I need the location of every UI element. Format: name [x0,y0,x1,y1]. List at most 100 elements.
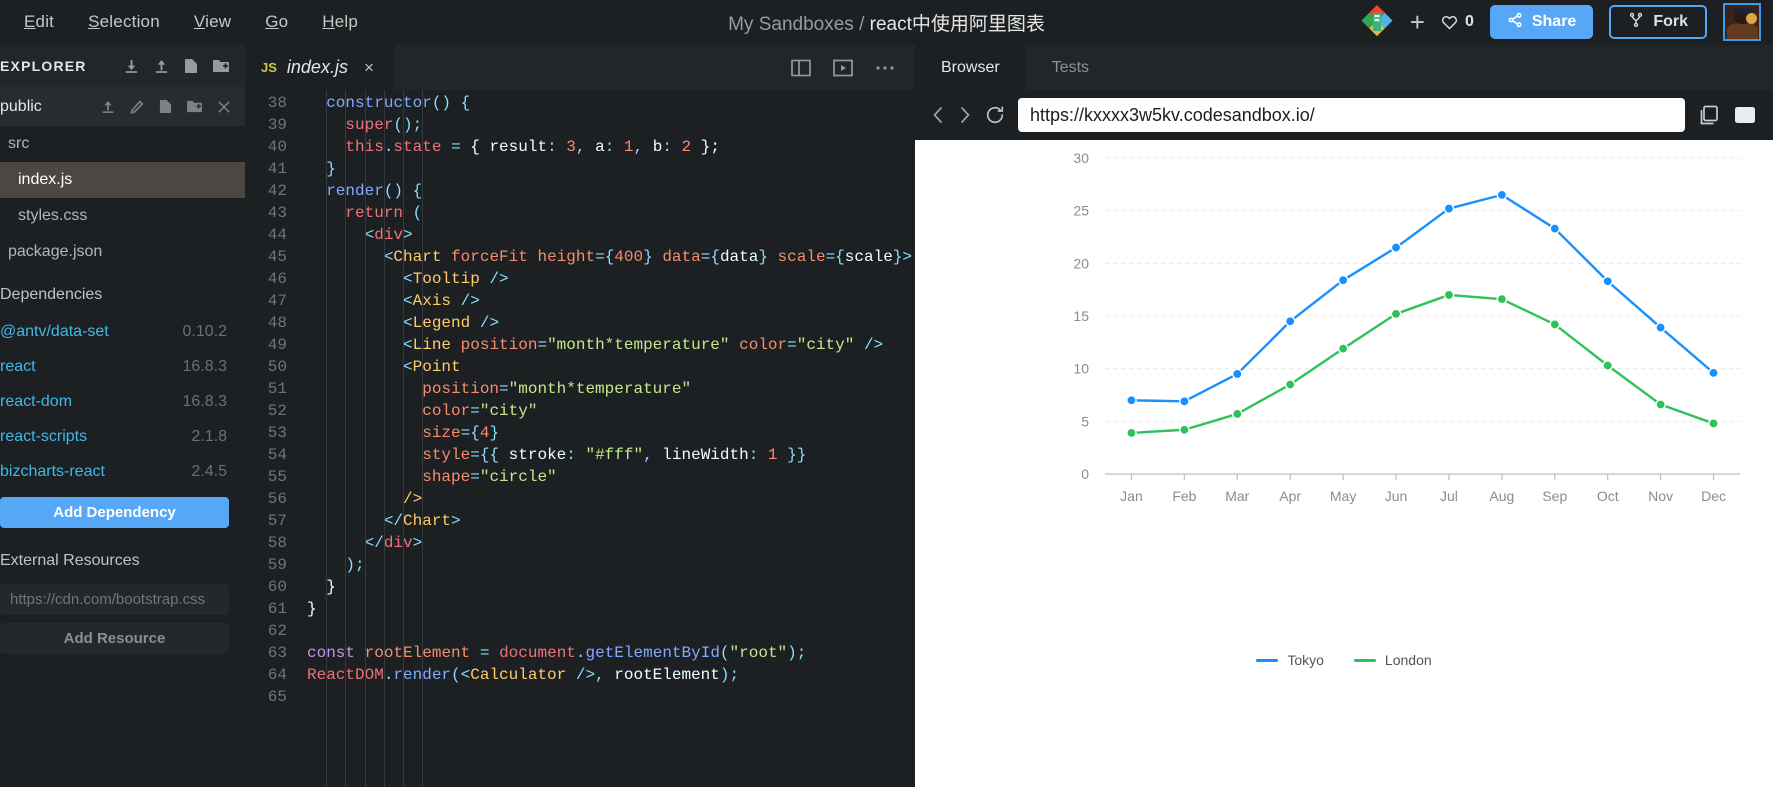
file-item-package-json[interactable]: package.json [0,234,245,270]
close-icon[interactable] [217,100,231,114]
data-point[interactable] [1126,394,1137,406]
fork-button[interactable]: Fork [1609,5,1707,39]
upload-icon[interactable] [154,59,169,74]
code-token: rootElement [364,644,471,662]
add-dependency-button[interactable]: Add Dependency [0,497,229,528]
menu-item-go[interactable]: Go [263,9,290,35]
data-point[interactable] [1231,408,1243,420]
avatar-body [1727,23,1758,39]
data-point[interactable] [1126,427,1137,439]
close-icon[interactable]: × [364,58,374,78]
download-icon[interactable] [124,59,139,74]
directory-action-icons [101,99,231,114]
upload-icon[interactable] [101,100,115,114]
reload-icon[interactable] [985,105,1005,125]
preview-tab-browser[interactable]: Browser [915,45,1026,90]
more-options-icon[interactable] [875,65,895,71]
data-point[interactable] [1390,242,1402,253]
menu-item-selection[interactable]: Selection [86,9,162,35]
open-in-new-window-icon[interactable] [1733,104,1757,126]
code-token: "city" [796,336,855,354]
url-input[interactable]: https://kxxxx3w5kv.codesandbox.io/ [1018,98,1685,132]
legend-item-london[interactable]: London [1353,652,1432,668]
preview-window-icon[interactable] [833,59,853,77]
new-file-icon[interactable] [184,58,198,74]
data-point[interactable] [1496,293,1508,305]
data-point[interactable] [1708,367,1719,379]
new-file-icon[interactable] [159,99,172,114]
file-item-index-js[interactable]: index.js [0,162,245,198]
code-line: <Point [307,356,915,378]
external-resource-input[interactable] [0,584,229,615]
code-token: , [633,138,653,156]
back-icon[interactable] [931,105,945,125]
legend-item-tokyo[interactable]: Tokyo [1256,652,1324,668]
code-content[interactable]: constructor() { super(); this.state = { … [297,90,915,787]
data-point[interactable] [1549,319,1561,330]
split-view-icon[interactable] [791,59,811,77]
code-line: ); [307,554,915,576]
indent-guide [345,90,347,787]
new-folder-icon[interactable] [187,100,202,113]
data-point[interactable] [1337,274,1349,286]
code-area[interactable]: 38 39 40 41 42 43 44 45 46 47 48 49 50 51 52 53 54 55 56 57… [245,90,915,787]
menu-item-help[interactable]: Help [320,9,360,35]
dependency-row[interactable]: react 16.8.3 [0,349,245,384]
new-sandbox-plus-icon[interactable]: + [1410,9,1425,35]
forward-icon[interactable] [958,105,972,125]
code-token: = [470,402,480,420]
data-point[interactable] [1179,424,1190,436]
data-point[interactable] [1231,368,1243,380]
file-item-styles-css[interactable]: styles.css [0,198,245,234]
edit-pencil-icon[interactable] [130,99,144,114]
data-point[interactable] [1549,223,1561,234]
dependency-name: react-dom [0,392,73,410]
menu-item-view[interactable]: View [192,9,233,35]
like-counter[interactable]: 0 [1441,13,1474,31]
dependency-row[interactable]: @antv/data-set 0.10.2 [0,314,245,349]
dependency-row[interactable]: react-dom 16.8.3 [0,384,245,419]
file-item-src[interactable]: src [0,126,245,162]
preview-tab-tests[interactable]: Tests [1026,45,1115,90]
heart-icon [1441,14,1458,31]
data-point[interactable] [1496,189,1508,201]
code-line: render() { [307,180,915,202]
dependency-row[interactable]: react-scripts 2.1.8 [0,419,245,454]
data-point[interactable] [1708,418,1719,429]
data-point[interactable] [1443,203,1455,214]
share-button[interactable]: Share [1489,5,1594,39]
code-token: = [537,336,548,354]
data-point[interactable] [1284,379,1296,390]
new-folder-icon[interactable] [213,59,229,73]
data-point[interactable] [1655,322,1666,333]
y-axis-tick-label: 30 [1073,150,1089,166]
code-token: "root" [729,644,788,662]
top-right-actions: + 0 Share Fork [1360,3,1773,41]
data-point[interactable] [1602,275,1614,287]
code-line: <Tooltip /> [307,268,915,290]
line-number: 39 [267,116,287,134]
code-token: return [345,204,404,222]
editor-tab-index-js[interactable]: JS index.js × [245,45,395,90]
data-point[interactable] [1284,315,1296,327]
code-token: = [825,248,836,266]
add-resource-button[interactable]: Add Resource [0,623,229,654]
data-point[interactable] [1337,343,1349,354]
line-number: 46 [267,270,287,288]
dependency-row[interactable]: bizcharts-react 2.4.5 [0,454,245,489]
menu-item-edit[interactable]: Edit [22,9,56,35]
data-point[interactable] [1443,289,1455,301]
code-token: position [422,380,500,398]
explorer-header: EXPLORER [0,45,245,87]
x-axis-tick-label: Oct [1597,488,1619,504]
user-avatar[interactable] [1723,3,1761,41]
data-point[interactable] [1390,308,1402,320]
copy-url-icon[interactable] [1698,104,1720,126]
directory-row-public[interactable]: public [0,87,245,126]
code-token: (); [393,116,423,134]
code-line: <Chart forceFit height={400} data={data}… [307,246,915,268]
data-point[interactable] [1179,396,1190,407]
data-point[interactable] [1655,399,1666,410]
data-point[interactable] [1602,360,1614,371]
